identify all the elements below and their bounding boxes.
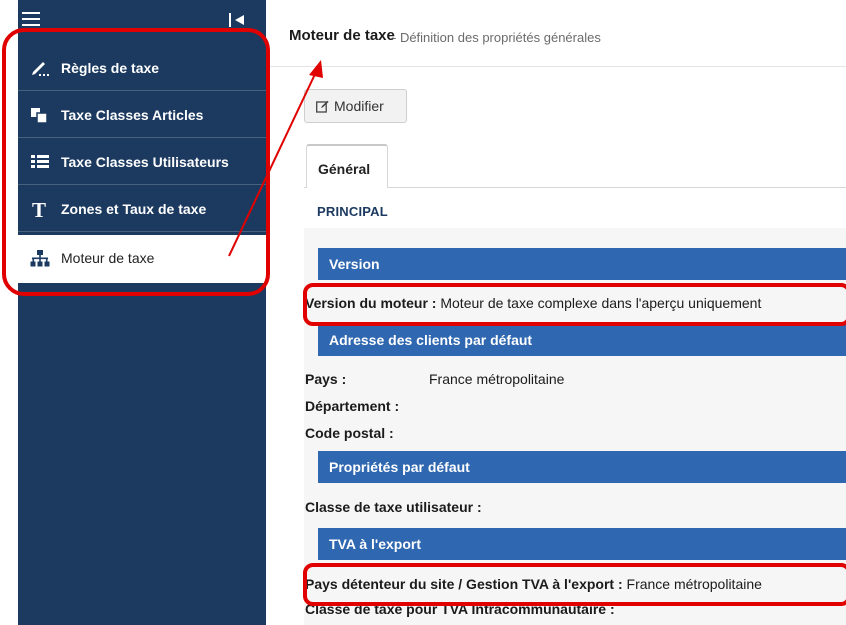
section-title: PRINCIPAL: [317, 204, 388, 219]
group-title: TVA à l'export: [329, 536, 422, 552]
field-value: France métropolitaine: [429, 371, 565, 387]
field-code-postal: Code postal :: [305, 425, 394, 441]
field-pays: Pays :: [305, 371, 346, 387]
group-header-version: Version: [318, 248, 846, 280]
edit-icon: [316, 100, 329, 113]
group-header-defaults: Propriétés par défaut: [318, 451, 846, 483]
group-title: Propriétés par défaut: [329, 459, 470, 475]
modify-button[interactable]: Modifier: [304, 89, 407, 123]
sidebar-highlight-box: [2, 28, 270, 296]
group-header-address: Adresse des clients par défaut: [318, 324, 846, 356]
modify-button-label: Modifier: [334, 98, 384, 114]
field-label: Code postal :: [305, 425, 394, 441]
group-title: Version: [329, 256, 380, 272]
field-departement: Département :: [305, 398, 399, 414]
collapse-sidebar-icon[interactable]: [229, 13, 249, 27]
tab-label: Général: [318, 161, 371, 177]
tab-general[interactable]: Général: [306, 144, 388, 188]
field-label: Classe de taxe utilisateur :: [305, 499, 482, 515]
field-label: Pays :: [305, 371, 347, 387]
field-label: Département :: [305, 398, 400, 414]
page-subtitle: - Définition des propriétés générales: [392, 30, 601, 45]
version-highlight-box: [303, 283, 846, 326]
group-title: Adresse des clients par défaut: [329, 332, 533, 348]
group-header-export: TVA à l'export: [318, 528, 846, 560]
page-title: Moteur de taxe: [289, 27, 395, 44]
hamburger-menu-icon[interactable]: [22, 12, 40, 26]
export-highlight-box: [303, 563, 846, 606]
field-classe-taxe-utilisateur: Classe de taxe utilisateur :: [305, 499, 482, 515]
